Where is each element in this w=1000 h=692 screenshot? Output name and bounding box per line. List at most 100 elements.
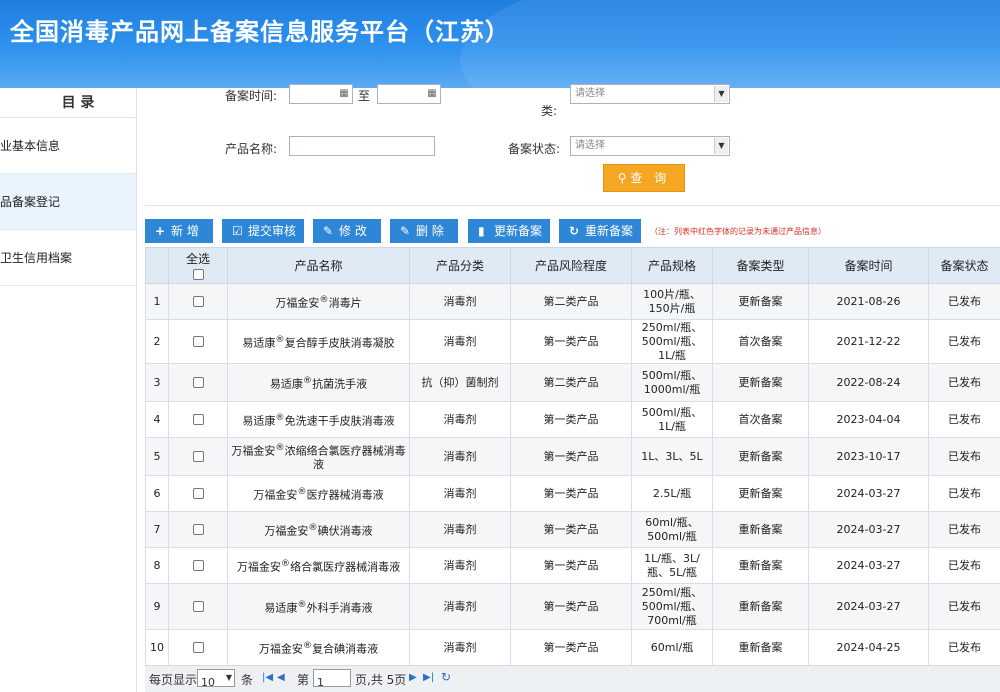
category-select-value: 请选择 [575, 88, 605, 99]
row-checkbox[interactable] [192, 414, 204, 425]
spec-cell: 100片/瓶、150片/瓶 [631, 283, 713, 320]
update-record-button-label: 更新备案 [494, 224, 543, 238]
sidebar-item-label: 企业基本信息 [0, 139, 61, 153]
product-brand: 万福金安 [264, 524, 309, 538]
table-row[interactable]: 10 万福金安®复合碘消毒液 消毒剂 第一类产品 60ml/瓶 重新备案 2024-04-2… [145, 629, 1000, 666]
registered-mark: ® [275, 411, 285, 423]
table-row[interactable]: 2 易适康®复合醇手皮肤消毒凝胶 消毒剂 第一类产品 250ml/瓶、500ml/瓶、1… [145, 319, 1000, 364]
row-select-cell [168, 547, 228, 584]
record-status-cell: 已发布 [928, 475, 1000, 512]
rerecord-button[interactable]: ↻ 重新备案 [559, 219, 641, 243]
row-select-cell [168, 629, 228, 666]
edit-button-label: 修 改 [339, 224, 367, 238]
product-brand: 易适康 [264, 601, 298, 615]
row-checkbox[interactable] [192, 377, 204, 388]
col-header-name: 产品名称 [227, 247, 410, 284]
row-checkbox[interactable] [192, 488, 204, 499]
product-brand: 万福金安 [231, 444, 276, 458]
pagination-bar: 每页显示 10 ▼ 条 |◀ ◀ 第 1 页,共 5页 ▶ ▶| ↻ [145, 665, 1000, 692]
sidebar-item-label: 的卫生信用档案 [0, 251, 73, 265]
sidebar-title: 目 录 [0, 88, 136, 118]
sidebar-item-credit-archive[interactable]: 的卫生信用档案 [0, 230, 136, 286]
table-row[interactable]: 7 万福金安®碘伏消毒液 消毒剂 第一类产品 60ml/瓶、500ml/瓶 重新备案 202… [145, 511, 1000, 548]
col-header-date: 备案时间 [808, 247, 929, 284]
table-row[interactable]: 3 易适康®抗菌洗手液 抗（抑）菌制剂 第二类产品 500ml/瓶、1000ml/瓶 更新… [145, 363, 1000, 402]
submit-review-button[interactable]: ☑ 提交审核 [222, 219, 304, 243]
product-name-rest: 复合碘消毒液 [312, 642, 379, 656]
category-cell: 消毒剂 [409, 475, 511, 512]
row-checkbox[interactable] [192, 296, 204, 307]
refresh-icon: ↻ [569, 224, 580, 238]
table-row[interactable]: 1 万福金安®消毒片 消毒剂 第二类产品 100片/瓶、150片/瓶 更新备案 2021-0… [145, 283, 1000, 320]
row-checkbox[interactable] [192, 451, 204, 462]
record-status-cell: 已发布 [928, 437, 1000, 476]
risk-cell: 第二类产品 [510, 283, 632, 320]
row-checkbox[interactable] [192, 524, 204, 535]
product-name-rest: 消毒片 [328, 296, 362, 310]
page-number-input[interactable]: 1 [313, 669, 351, 689]
product-name-rest: 免洗速干手皮肤消毒液 [284, 414, 395, 428]
spec-cell: 250ml/瓶、500ml/瓶、1L/瓶 [631, 319, 713, 364]
row-select-cell [168, 437, 228, 476]
row-select-cell [168, 319, 228, 364]
table-row[interactable]: 9 易适康®外科手消毒液 消毒剂 第一类产品 250ml/瓶、500ml/瓶、700ml… [145, 583, 1000, 630]
record-date-cell: 2024-03-27 [808, 511, 929, 548]
delete-button[interactable]: ✎ 删 除 [390, 219, 458, 243]
record-status-cell: 已发布 [928, 511, 1000, 548]
product-name-input[interactable] [289, 136, 435, 156]
row-index: 1 [145, 283, 169, 320]
risk-cell: 第一类产品 [510, 511, 632, 548]
date-from-input[interactable]: ▦ [289, 84, 353, 104]
first-page-icon[interactable]: |◀ [262, 672, 273, 683]
spec-cell: 60ml/瓶、500ml/瓶 [631, 511, 713, 548]
status-select[interactable]: 请选择 ▼ [570, 136, 730, 156]
category-cell: 消毒剂 [409, 437, 511, 476]
per-page-select[interactable]: 10 ▼ [197, 669, 235, 689]
edit-button[interactable]: ✎ 修 改 [313, 219, 381, 243]
sidebar-item-product-registration[interactable]: 产品备案登记 [0, 174, 136, 230]
product-brand: 万福金安 [275, 296, 320, 310]
record-status-cell: 已发布 [928, 401, 1000, 438]
risk-cell: 第一类产品 [510, 475, 632, 512]
product-name-rest: 抗菌洗手液 [312, 377, 368, 391]
update-record-button[interactable]: ▮ 更新备案 [468, 219, 550, 243]
last-page-icon[interactable]: ▶| [423, 672, 434, 683]
record-type-cell: 首次备案 [712, 319, 809, 364]
status-label: 备案状态: [508, 142, 561, 156]
product-name-rest: 浓缩络合氯医疗器械消毒液 [284, 444, 406, 472]
row-checkbox[interactable] [192, 642, 204, 653]
sidebar-item-company-info[interactable]: 企业基本信息 [0, 118, 136, 174]
record-status-cell: 已发布 [928, 583, 1000, 630]
query-button[interactable]: ⚲ 查 询 [603, 164, 685, 192]
record-date-cell: 2021-08-26 [808, 283, 929, 320]
category-cell: 消毒剂 [409, 583, 511, 630]
product-name-rest: 复合醇手皮肤消毒凝胶 [284, 336, 395, 350]
next-page-icon[interactable]: ▶ [409, 672, 417, 683]
refresh-icon[interactable]: ↻ [441, 670, 451, 684]
table-row[interactable]: 4 易适康®免洗速干手皮肤消毒液 消毒剂 第一类产品 500ml/瓶、1L/瓶 首次备案 2… [145, 401, 1000, 438]
product-name-cell: 万福金安®络合氯医疗器械消毒液 [227, 547, 410, 584]
registered-mark: ® [302, 374, 313, 386]
row-checkbox[interactable] [192, 601, 204, 612]
risk-cell: 第一类产品 [510, 401, 632, 438]
registered-mark: ® [275, 441, 285, 453]
record-status-cell: 已发布 [928, 283, 1000, 320]
table-row[interactable]: 8 万福金安®络合氯医疗器械消毒液 消毒剂 第一类产品 1L/瓶、3L/瓶、5L/瓶 重新… [145, 547, 1000, 584]
product-name-label: 产品名称: [225, 142, 278, 156]
record-status-cell: 已发布 [928, 319, 1000, 364]
table-row[interactable]: 6 万福金安®医疗器械消毒液 消毒剂 第一类产品 2.5L/瓶 更新备案 2024-03-2… [145, 475, 1000, 512]
calendar-icon[interactable]: ▦ [425, 86, 439, 102]
table-row[interactable]: 5 万福金安®浓缩络合氯医疗器械消毒液 消毒剂 第一类产品 1L、3L、5L 更新备案 20… [145, 437, 1000, 476]
select-all-checkbox[interactable] [192, 269, 204, 280]
calendar-icon[interactable]: ▦ [337, 86, 351, 102]
category-select[interactable]: 请选择 ▼ [570, 84, 730, 104]
add-button[interactable]: + 新 增 [145, 219, 213, 243]
row-index: 8 [145, 547, 169, 584]
row-checkbox[interactable] [192, 336, 204, 347]
record-date-cell: 2024-03-27 [808, 547, 929, 584]
prev-page-icon[interactable]: ◀ [277, 672, 285, 683]
row-checkbox[interactable] [192, 560, 204, 571]
record-type-cell: 更新备案 [712, 363, 809, 402]
date-to-input[interactable]: ▦ [377, 84, 441, 104]
risk-cell: 第一类产品 [510, 437, 632, 476]
